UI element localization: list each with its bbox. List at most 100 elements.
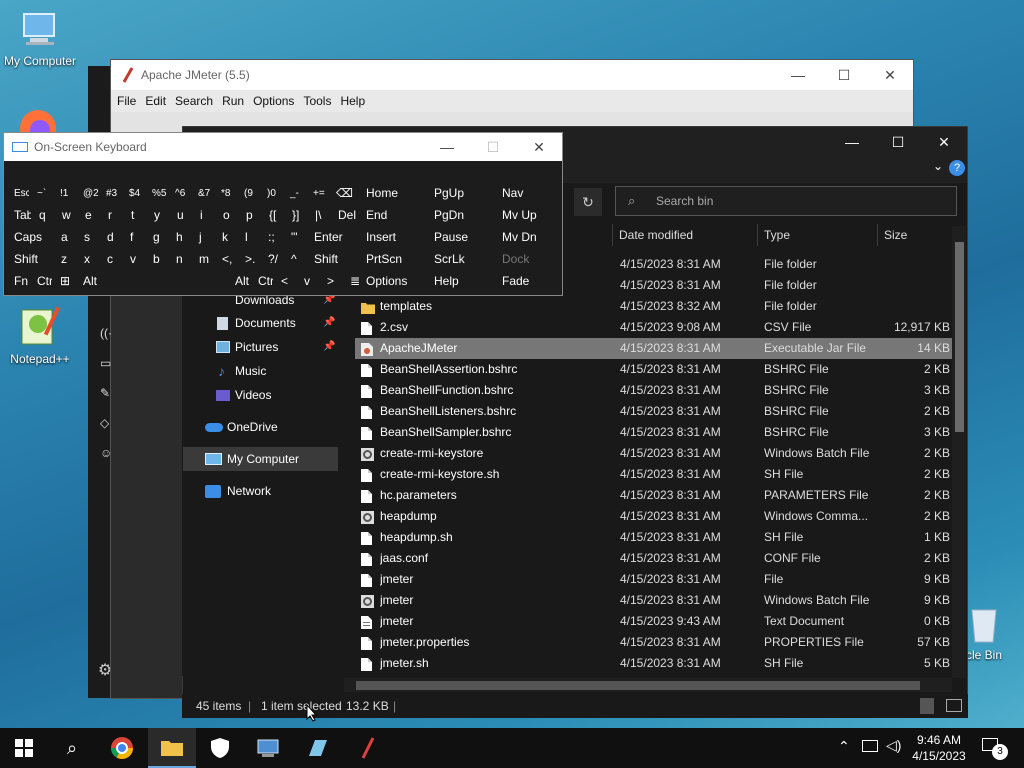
key[interactable]: Ctrl	[252, 271, 273, 292]
key[interactable]: !1	[54, 183, 75, 204]
key[interactable]: w	[56, 205, 77, 226]
key[interactable]: r	[102, 205, 123, 226]
menu-run[interactable]: Run	[222, 94, 244, 108]
key[interactable]: {[	[263, 205, 284, 226]
desktop-icon-notepadpp[interactable]: Notepad++	[0, 304, 80, 366]
file-row[interactable]: ApacheJMeter 4/15/2023 8:31 AM Executable …	[355, 338, 952, 359]
key[interactable]: Del	[332, 205, 361, 226]
key[interactable]: i	[194, 205, 215, 226]
nav-key[interactable]: End	[360, 205, 424, 226]
key[interactable]: Alt	[229, 271, 250, 292]
nav-key[interactable]: Help	[428, 271, 492, 292]
menu-help[interactable]: Help	[340, 94, 365, 108]
desktop-icon-my-computer[interactable]: My Computer	[0, 10, 80, 68]
key[interactable]: +=	[307, 183, 328, 204]
nav-item-music[interactable]: ♪ Music	[183, 359, 338, 383]
key[interactable]: l	[239, 227, 260, 248]
minimize-button[interactable]: —	[775, 60, 821, 90]
file-row[interactable]: jmeter 4/15/2023 9:43 AM Text Document 0 KB	[355, 611, 952, 632]
key[interactable]: Tab	[8, 205, 31, 226]
scrollbar-thumb[interactable]	[955, 242, 964, 432]
key[interactable]: ?/	[262, 249, 283, 270]
nav-key[interactable]: PrtScn	[360, 249, 424, 270]
nav-item-network[interactable]: Network	[183, 479, 338, 503]
osk-titlebar[interactable]: On-Screen Keyboard — ☐ ✕	[4, 133, 562, 161]
key[interactable]: <,	[216, 249, 237, 270]
key[interactable]: a	[55, 227, 76, 248]
nav-key[interactable]: Mv Up	[496, 205, 560, 226]
notification-button[interactable]: 3	[980, 736, 1008, 760]
nav-key[interactable]: Pause	[428, 227, 492, 248]
start-button[interactable]	[0, 728, 48, 768]
file-row[interactable]: heapdump.sh 4/15/2023 8:31 AM SH File 1 KB	[355, 527, 952, 548]
key[interactable]: v	[298, 271, 319, 292]
wifi-icon[interactable]: ((·	[100, 318, 116, 348]
nav-item-documents[interactable]: Documents 📌	[183, 311, 338, 335]
key[interactable]: y	[148, 205, 169, 226]
pen-icon[interactable]: ✎	[100, 378, 116, 408]
key[interactable]: n	[170, 249, 191, 270]
person-icon[interactable]: ☺	[100, 438, 116, 468]
nav-key[interactable]: PgUp	[428, 183, 492, 204]
maximize-button[interactable]: ☐	[821, 60, 867, 90]
nav-key[interactable]: Options	[360, 271, 424, 292]
key[interactable]: z	[55, 249, 76, 270]
nav-item-onedrive[interactable]: OneDrive	[183, 415, 338, 439]
key[interactable]: *8	[215, 183, 236, 204]
nav-item-pictures[interactable]: Pictures 📌	[183, 335, 338, 359]
key[interactable]: ⊞	[54, 271, 75, 292]
file-row[interactable]: jmeter 4/15/2023 8:31 AM Windows Batch Fil…	[355, 590, 952, 611]
key[interactable]: >	[321, 271, 342, 292]
key[interactable]: (9	[238, 183, 259, 204]
key[interactable]: j	[193, 227, 214, 248]
key[interactable]: Shift	[308, 249, 355, 270]
nav-key[interactable]: Fade	[496, 271, 560, 292]
key[interactable]: )0	[261, 183, 282, 204]
maximize-button[interactable]: ☐	[875, 127, 921, 157]
menu-search[interactable]: Search	[175, 94, 213, 108]
close-button[interactable]: ✕	[921, 127, 967, 157]
key[interactable]: q	[33, 205, 54, 226]
key[interactable]: h	[170, 227, 191, 248]
key[interactable]: ~`	[31, 183, 52, 204]
file-row[interactable]: BeanShellSampler.bshrc 4/15/2023 8:31 AM B…	[355, 422, 952, 443]
key[interactable]: u	[171, 205, 192, 226]
nav-key[interactable]: PgDn	[428, 205, 492, 226]
minimize-button[interactable]: —	[424, 133, 470, 161]
search-input[interactable]: ⌕ Search bin	[615, 186, 957, 216]
key[interactable]: d	[101, 227, 122, 248]
file-row[interactable]: create-rmi-keystore.sh 4/15/2023 8:31 AM S…	[355, 464, 952, 485]
chevron-down-icon[interactable]: ⌄	[933, 159, 943, 173]
key[interactable]: f	[124, 227, 145, 248]
large-icons-view-button[interactable]	[946, 699, 962, 712]
menu-options[interactable]: Options	[253, 94, 294, 108]
help-icon[interactable]: ?	[949, 160, 965, 176]
jmeter-taskbar-button[interactable]	[344, 728, 392, 768]
nav-key[interactable]: Nav	[496, 183, 560, 204]
key[interactable]: _-	[284, 183, 305, 204]
file-row[interactable]: heapdump 4/15/2023 8:31 AM Windows Comma..…	[355, 506, 952, 527]
key[interactable]: s	[78, 227, 99, 248]
jmeter-titlebar[interactable]: Apache JMeter (5.5) — ☐ ✕	[111, 60, 913, 90]
key[interactable]: k	[216, 227, 237, 248]
key[interactable]: b	[147, 249, 168, 270]
on-screen-keyboard-window[interactable]: On-Screen Keyboard — ☐ ✕ Esc ~` !1 @2 #3 $4 %5…	[3, 132, 563, 296]
file-row[interactable]: jaas.conf 4/15/2023 8:31 AM CONF File 2 KB	[355, 548, 952, 569]
key[interactable]: Ctrl	[31, 271, 52, 292]
hscroll-thumb[interactable]	[356, 681, 920, 690]
key[interactable]: :;	[262, 227, 283, 248]
menu-file[interactable]: File	[117, 94, 136, 108]
file-row[interactable]: jmeter.properties 4/15/2023 8:31 AM PROPER…	[355, 632, 952, 653]
key[interactable]: Caps	[8, 227, 53, 248]
file-row[interactable]: create-rmi-keystore 4/15/2023 8:31 AM Wind…	[355, 443, 952, 464]
file-row[interactable]: hc.parameters 4/15/2023 8:31 AM PARAMETERS…	[355, 485, 952, 506]
key[interactable]: &7	[192, 183, 213, 204]
key[interactable]: e	[79, 205, 100, 226]
key[interactable]: ^	[285, 249, 306, 270]
key[interactable]: Shift	[8, 249, 53, 270]
minimize-button[interactable]: —	[829, 127, 875, 157]
show-hidden-icons-chevron[interactable]: ⌃	[838, 738, 850, 755]
nav-key[interactable]: Mv Dn	[496, 227, 560, 248]
search-button[interactable]: ⌕	[48, 728, 96, 768]
volume-icon[interactable]: ◁)	[886, 737, 901, 754]
